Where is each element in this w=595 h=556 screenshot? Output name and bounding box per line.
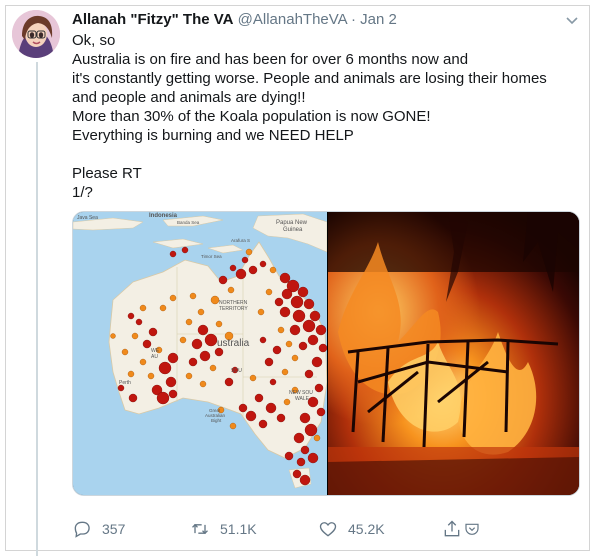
- tweet-line: Australia is on fire and has been for ov…: [72, 51, 469, 68]
- map-label: Indonesia: [149, 213, 178, 219]
- map-label: Banda Sea: [177, 220, 200, 225]
- map-label: ustralia: [217, 338, 250, 349]
- avatar-illustration: [12, 10, 60, 58]
- share-icon: [444, 520, 460, 537]
- map-label: SOU: [231, 368, 242, 374]
- tweet-actions: 357 51.1K 45.2K: [72, 518, 552, 540]
- tweet-line: 1/?: [72, 184, 93, 201]
- tweet-line: Everything is burning and we NEED HELP: [72, 127, 354, 144]
- map-label: Guinea: [283, 227, 303, 233]
- retweet-icon: [192, 523, 208, 535]
- fire-map-image[interactable]: Java Sea Indonesia Banda Sea Papua New G…: [73, 212, 328, 495]
- heart-icon: [319, 522, 337, 537]
- retweet-button[interactable]: 51.1K: [190, 518, 257, 540]
- display-name[interactable]: Allanah "Fitzy" The VA: [72, 11, 233, 28]
- tweet-line: Ok, so: [72, 32, 116, 49]
- separator: ·: [351, 11, 356, 28]
- map-label: Papua New: [276, 220, 308, 226]
- tweet-text: Ok, so Australia is on fire and has been…: [72, 31, 572, 202]
- chevron-down-icon[interactable]: [564, 12, 580, 28]
- thread-line: [36, 62, 38, 556]
- retweet-count: 51.1K: [220, 521, 257, 537]
- user-handle[interactable]: @AllanahTheVA: [238, 11, 347, 28]
- tweet-line: Please RT: [72, 165, 142, 182]
- share-button[interactable]: [442, 518, 480, 540]
- tweet-line: it's constantly getting worse. People an…: [72, 70, 547, 87]
- like-count: 45.2K: [348, 521, 385, 537]
- pocket-save-icon[interactable]: [464, 521, 480, 537]
- map-label: TERRITORY: [219, 306, 248, 312]
- map-label: Perth: [119, 380, 131, 386]
- reply-count: 357: [102, 521, 126, 537]
- tweet-line: More than 30% of the Koala population is…: [72, 108, 431, 125]
- map-label: Bight: [211, 418, 222, 423]
- map-label: WALE: [295, 396, 310, 402]
- tweet-media: Java Sea Indonesia Banda Sea Papua New G…: [72, 211, 580, 496]
- like-button[interactable]: 45.2K: [318, 518, 385, 540]
- tweet-header: Allanah "Fitzy" The VA @AllanahTheVA · J…: [72, 11, 397, 29]
- map-label: Java Sea: [77, 215, 98, 221]
- reply-button[interactable]: 357: [72, 518, 125, 540]
- tweet-date[interactable]: Jan 2: [360, 11, 397, 28]
- map-label: Timor Sea: [201, 254, 222, 259]
- avatar[interactable]: [12, 10, 60, 58]
- tweet-line: and people and animals are dying!!: [72, 89, 306, 106]
- reply-icon: [74, 521, 90, 538]
- bushfire-photo[interactable]: [328, 212, 579, 495]
- map-label: Arafura S: [231, 238, 250, 243]
- map-label: AU: [151, 354, 158, 360]
